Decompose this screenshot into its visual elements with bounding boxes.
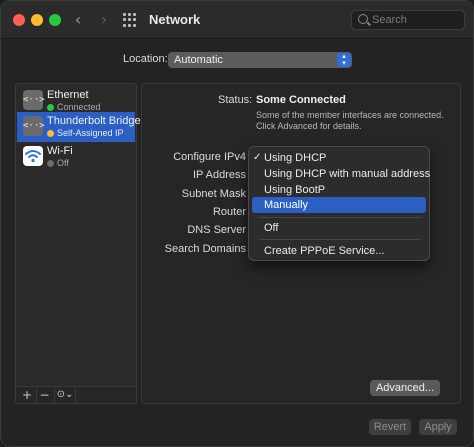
status-label: Status: (218, 94, 253, 106)
service-status: Off (57, 158, 69, 168)
wifi-icon (23, 146, 43, 166)
thunderbolt-bridge-icon: <··> (23, 116, 45, 136)
back-button[interactable]: ‹ (69, 11, 87, 29)
add-service-button[interactable]: + (19, 387, 35, 403)
chevron-right-icon: › (100, 10, 108, 29)
subnet-mask-label: Subnet Mask (181, 188, 246, 200)
remove-service-button[interactable]: − (36, 387, 52, 403)
service-item-thunderbolt-bridge[interactable]: <··> Thunderbolt Bridge Self-Assigned IP (17, 112, 141, 142)
menu-item-using-dhcp-manual-address[interactable]: Using DHCP with manual address (252, 166, 430, 182)
menu-item-using-bootp[interactable]: Using BootP (252, 182, 426, 198)
menu-item-manually[interactable]: Manually (252, 197, 426, 213)
service-name: Thunderbolt Bridge (47, 115, 141, 127)
router-label: Router (212, 206, 246, 218)
service-item-wifi[interactable]: Wi-Fi Off (17, 142, 135, 172)
status-description: Some of the member interfaces are connec… (256, 110, 444, 131)
configure-ipv4-label: Configure IPv4 (173, 151, 246, 163)
configure-ipv4-menu: ✓ Using DHCP Using DHCP with manual addr… (248, 146, 430, 261)
ethernet-icon: <··> (23, 90, 45, 110)
dns-server-label: DNS Server (187, 224, 246, 236)
search-input[interactable] (372, 13, 460, 27)
updown-arrows-icon: ▴ ▾ (337, 53, 351, 67)
menu-separator (259, 217, 421, 218)
service-status: Self-Assigned IP (57, 128, 124, 138)
status-value: Some Connected (256, 94, 346, 106)
menu-separator (259, 239, 421, 240)
status-dot-gray (47, 160, 54, 167)
menu-item-off[interactable]: Off (252, 220, 426, 236)
service-list: <··> Ethernet Connected <··> Thunderbolt… (15, 83, 141, 404)
service-name: Ethernet (47, 89, 89, 101)
minimize-button[interactable] (31, 14, 43, 26)
service-list-toolbar: + − ⊙⌄ (16, 386, 136, 403)
search-domains-label: Search Domains (164, 243, 246, 255)
chevron-left-icon: ‹ (74, 10, 82, 29)
titlebar: ‹ › Network (1, 1, 473, 39)
close-button[interactable] (13, 14, 25, 26)
service-name: Wi-Fi (47, 145, 73, 157)
grid-icon (123, 13, 126, 16)
status-dot-green (47, 104, 54, 111)
forward-button[interactable]: › (95, 11, 113, 29)
maximize-button[interactable] (49, 14, 61, 26)
location-label: Location: (123, 53, 168, 65)
network-preferences-window: ‹ › Network Location: Automatic ▴▾ <··> … (0, 0, 474, 447)
window-title: Network (149, 12, 201, 27)
menu-item-using-dhcp[interactable]: ✓ Using DHCP (252, 150, 426, 166)
apply-button[interactable]: Apply (419, 419, 457, 435)
show-all-button[interactable] (123, 13, 137, 27)
search-field[interactable] (351, 10, 465, 30)
advanced-button[interactable]: Advanced... (370, 380, 440, 396)
service-status: Connected (57, 102, 101, 112)
location-value: Automatic (174, 54, 223, 66)
revert-button[interactable]: Revert (369, 419, 411, 435)
ip-address-label: IP Address (193, 169, 246, 181)
menu-item-create-pppoe-service[interactable]: Create PPPoE Service... (252, 243, 426, 259)
checkmark-icon: ✓ (253, 152, 262, 163)
status-dot-yellow (47, 130, 54, 137)
location-select[interactable]: Automatic ▴ ▾ (168, 52, 352, 68)
search-icon (358, 14, 368, 24)
action-menu-button[interactable]: ⊙⌄ (54, 387, 76, 403)
